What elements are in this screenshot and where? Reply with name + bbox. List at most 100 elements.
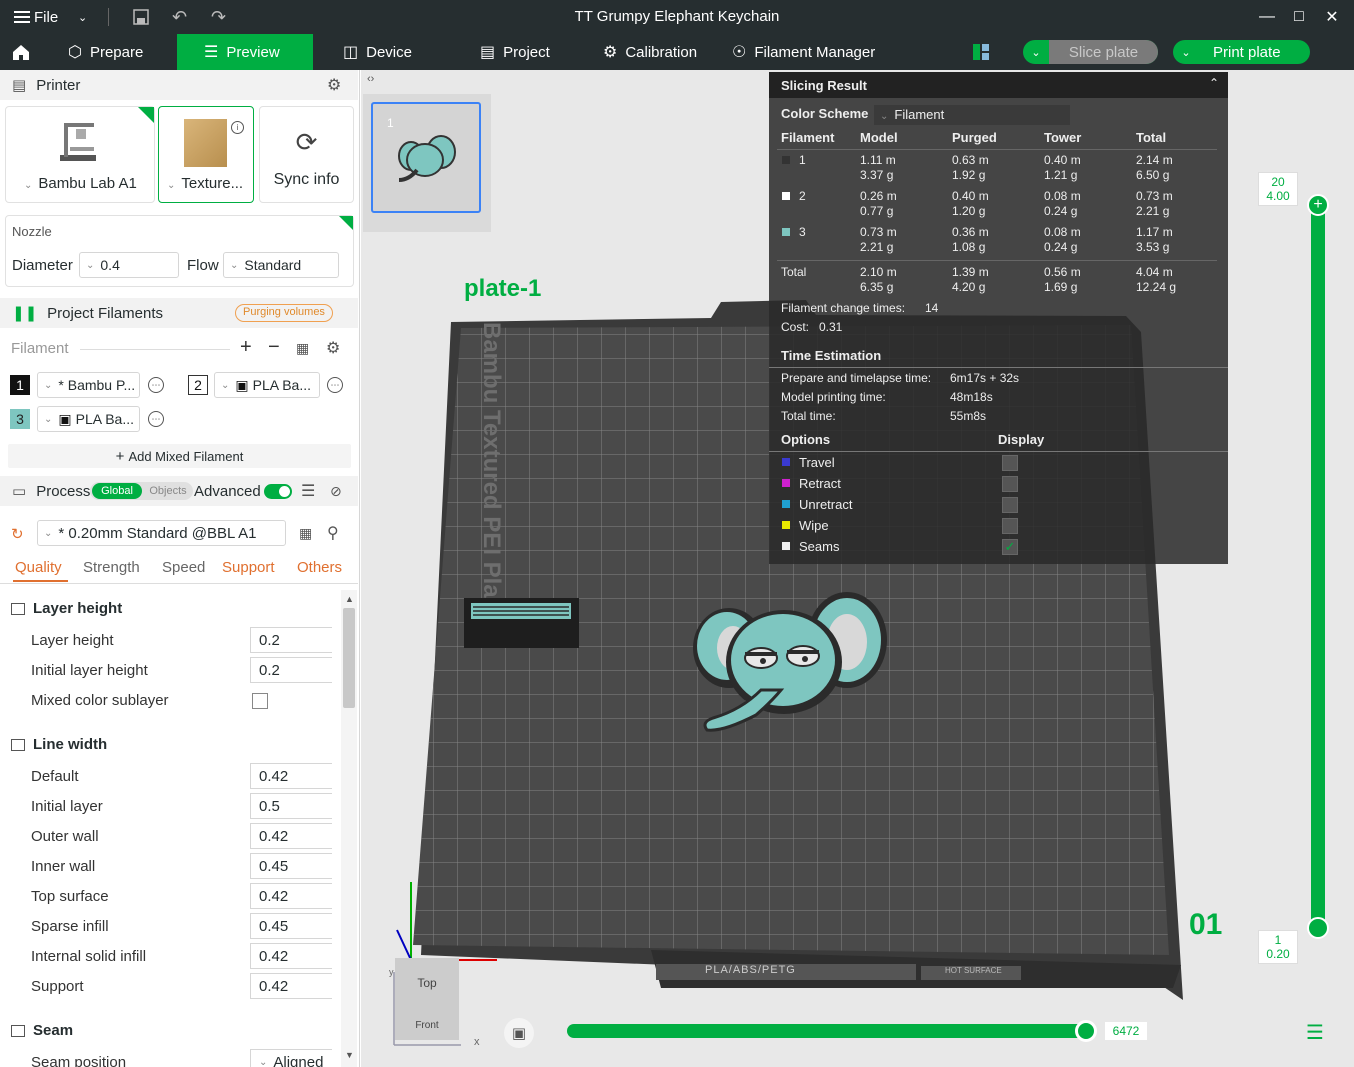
more-icon[interactable]: ⋯ [148, 411, 164, 427]
close-button[interactable]: ✕ [1317, 4, 1347, 30]
calibration-icon: ⚙ [603, 44, 618, 61]
tab-support[interactable]: Support [222, 559, 275, 576]
layer-slider-top-handle[interactable]: + [1307, 194, 1329, 216]
tab-device-label: Device [366, 43, 412, 61]
filament-3-select[interactable]: ⌄ ▣ PLA Ba... [37, 406, 140, 432]
chevron-down-icon: ⌄ [24, 180, 33, 191]
undo-icon[interactable]: ↶ [172, 5, 187, 29]
view-cube[interactable]: Top Front [395, 958, 459, 1040]
scrollbar-thumb[interactable] [343, 608, 355, 708]
axis-y-label: y [389, 967, 394, 977]
option-travel-checkbox[interactable] [1002, 455, 1018, 471]
chevron-down-icon: ⌄ [86, 259, 95, 271]
global-objects-toggle[interactable]: Global Objects [90, 482, 193, 500]
home-icon[interactable] [6, 34, 36, 70]
slice-plate-button[interactable]: ⌄ Slice plate [1023, 40, 1158, 64]
filament-1-select[interactable]: ⌄ * Bambu P... [37, 372, 140, 398]
reset-icon[interactable]: ↻ [11, 525, 24, 543]
filament-1-swatch[interactable]: 1 [10, 375, 30, 395]
minimize-button[interactable]: — [1252, 4, 1282, 30]
plate-type-card[interactable]: i ⌄ Texture... [158, 106, 254, 203]
filament-2-select[interactable]: ⌄ ▣ PLA Ba... [214, 372, 320, 398]
filament-settings-icon[interactable]: ▦ [296, 340, 309, 357]
compare-icon[interactable]: ⊘ [330, 483, 342, 500]
active-tab-underline [13, 580, 68, 582]
print-plate-button[interactable]: ⌄ Print plate [1173, 40, 1310, 64]
option-seams-checkbox[interactable]: ✓ [1002, 539, 1018, 555]
process-preset-select[interactable]: ⌄ * 0.20mm Standard @BBL A1 [37, 520, 286, 546]
layers-icon[interactable]: ☰ [1306, 1020, 1324, 1045]
search-icon[interactable]: ⚲ [327, 523, 339, 543]
move-slider-track[interactable] [567, 1024, 1091, 1038]
collapse-icon[interactable]: ⌃ [1209, 76, 1219, 90]
group-layer-height: Layer height [11, 600, 122, 617]
outer-wall-width-input[interactable]: 0.42 [250, 823, 332, 849]
filament-3-swatch[interactable]: 3 [10, 409, 30, 429]
gear-icon[interactable]: ⚙ [327, 75, 341, 95]
tab-project[interactable]: ▤ Project [480, 34, 550, 70]
mixed-color-sublayer-checkbox[interactable] [252, 693, 268, 709]
file-menu[interactable]: File [14, 5, 58, 29]
option-unretract-checkbox[interactable] [1002, 497, 1018, 513]
default-width-input[interactable]: 0.42 [250, 763, 332, 789]
gear-icon[interactable]: ⚙ [326, 338, 340, 358]
add-filament-button[interactable]: + [240, 336, 252, 359]
top-surface-width-input[interactable]: 0.42 [250, 883, 332, 909]
save-preset-icon[interactable]: ▦ [299, 525, 312, 542]
device-icon: ◫ [343, 44, 359, 61]
advanced-toggle[interactable] [264, 484, 292, 499]
layer-slider-track[interactable] [1311, 206, 1325, 930]
scrollbar[interactable]: ▲ ▼ [341, 590, 357, 1067]
initial-layer-width-input[interactable]: 0.5 [250, 793, 332, 819]
tab-device[interactable]: ◫ Device [343, 34, 412, 70]
initial-layer-height-input[interactable]: 0.2 [250, 657, 332, 683]
remove-filament-button[interactable]: − [268, 336, 280, 359]
tab-filament-manager[interactable]: ☉ Filament Manager [732, 34, 875, 70]
move-slider-handle[interactable] [1075, 1020, 1097, 1042]
nozzle-card: Nozzle Diameter ⌄ 0.4 Flow ⌄ Standard [5, 215, 354, 287]
maximize-button[interactable]: □ [1284, 4, 1314, 30]
plate-thumbnail[interactable]: 1 [371, 102, 481, 213]
tab-prepare[interactable]: ⬡ Prepare [68, 34, 143, 70]
tab-calibration[interactable]: ⚙ Calibration [603, 34, 697, 70]
purging-volumes-button[interactable]: Purging volumes [235, 304, 333, 322]
seam-position-select[interactable]: ⌄ Aligned [250, 1049, 332, 1067]
process-section-header: ▭ Process Global Objects Advanced ☰ ⊘ [0, 476, 358, 506]
tab-speed[interactable]: Speed [162, 559, 205, 576]
tab-others[interactable]: Others [297, 559, 342, 576]
info-icon[interactable]: i [231, 121, 244, 134]
redo-icon[interactable]: ↷ [211, 5, 226, 29]
internal-solid-infill-width-input[interactable]: 0.42 [250, 943, 332, 969]
fit-view-button[interactable]: ▣ [504, 1018, 534, 1048]
color-scheme-select[interactable]: ⌄ Filament [874, 105, 1070, 125]
list-icon[interactable]: ☰ [301, 481, 315, 501]
more-icon[interactable]: ⋯ [148, 377, 164, 393]
chevron-down-icon[interactable]: ⌄ [78, 5, 87, 29]
multi-device-icon[interactable] [973, 44, 989, 60]
filament-2-swatch[interactable]: 2 [188, 375, 208, 395]
diameter-select[interactable]: ⌄ 0.4 [79, 252, 179, 278]
initial-layer-width-label: Initial layer [31, 798, 103, 815]
printer-model-card[interactable]: ⌄ Bambu Lab A1 [5, 106, 155, 203]
save-icon[interactable] [133, 5, 149, 29]
printer-header-label: Printer [36, 76, 81, 94]
chevron-up-icon[interactable]: ▲ [345, 594, 354, 604]
tab-quality[interactable]: Quality [15, 559, 62, 576]
flow-select[interactable]: ⌄ Standard [223, 252, 339, 278]
sparse-infill-width-input[interactable]: 0.45 [250, 913, 332, 939]
inner-wall-width-input[interactable]: 0.45 [250, 853, 332, 879]
tab-preview[interactable]: ☰ Preview [177, 34, 313, 70]
support-width-input[interactable]: 0.42 [250, 973, 332, 999]
sync-info-button[interactable]: ⟳ Sync info [259, 106, 354, 203]
tab-strength[interactable]: Strength [83, 559, 140, 576]
chevron-down-icon[interactable]: ▼ [345, 1050, 354, 1060]
option-wipe-checkbox[interactable] [1002, 518, 1018, 534]
plate-type-label: Texture... [181, 175, 244, 192]
layer-height-input[interactable]: 0.2 [250, 627, 332, 653]
more-icon[interactable]: ⋯ [327, 377, 343, 393]
option-retract-checkbox[interactable] [1002, 476, 1018, 492]
filament-label: Filament [11, 340, 69, 357]
layer-slider-bottom-handle[interactable] [1307, 917, 1329, 939]
add-mixed-filament-button[interactable]: + Add Mixed Filament [8, 444, 351, 468]
filament-icon: ❚❚ [12, 305, 38, 322]
